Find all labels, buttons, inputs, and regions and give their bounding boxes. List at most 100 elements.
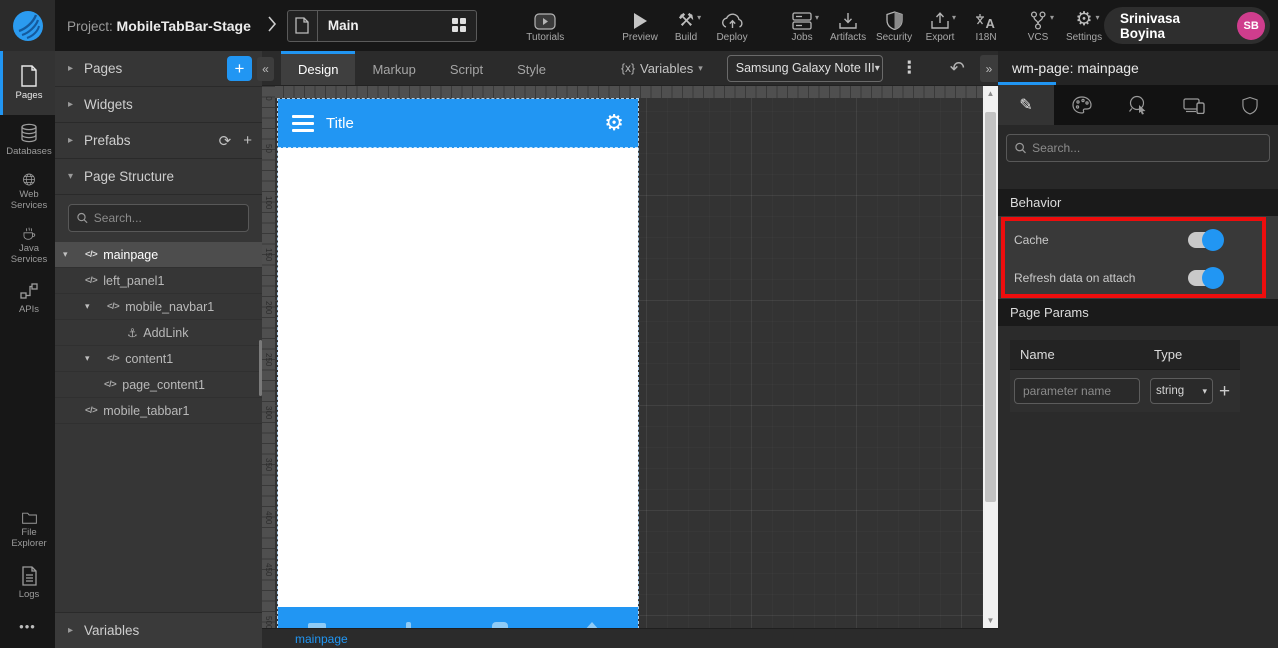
rail-item-databases[interactable]: Databases (0, 115, 55, 165)
tree-node-mainpage[interactable]: ▾ </> mainpage (55, 242, 262, 268)
scroll-up-icon[interactable]: ▲ (983, 86, 998, 101)
project-breadcrumb: Project: MobileTabBar-Stage (67, 18, 251, 34)
widget-code-icon: </> (107, 353, 120, 364)
rail-item-file-explorer[interactable]: File Explorer (0, 503, 55, 557)
parameter-name-input[interactable] (1014, 378, 1140, 404)
tabbar-folder-icon (492, 622, 508, 628)
page-structure-tree: ▾ </> mainpage </> left_panel1 ▾ </> mob… (55, 242, 262, 424)
hamburger-menu-icon[interactable] (292, 114, 314, 132)
mobile-navbar-widget[interactable]: Title ⚙ (278, 99, 638, 148)
user-name: Srinivasa Boyina (1120, 10, 1181, 41)
settings-icon: ⚙ ▾ (1075, 9, 1100, 30)
behavior-section-header[interactable]: Behavior (998, 189, 1278, 216)
page-params-section-header[interactable]: Page Params (998, 299, 1278, 326)
section-prefabs[interactable]: ▸ Prefabs ⟳ + (55, 123, 262, 159)
tree-node-addlink[interactable]: ⚓ AddLink (55, 320, 262, 346)
variables-menu[interactable]: {x} Variables ▾ (621, 61, 703, 76)
deploy-button[interactable]: Deploy (712, 0, 752, 51)
rail-item-java-services[interactable]: Java Services (0, 219, 55, 273)
tree-node-left-panel1[interactable]: </> left_panel1 (55, 268, 262, 294)
page-content-widget[interactable] (278, 148, 638, 607)
rail-item-pages[interactable]: Pages (0, 51, 55, 115)
tab-properties[interactable]: ✎ (998, 85, 1054, 125)
top-bar: Project: MobileTabBar-Stage Main Tutoria… (0, 0, 1278, 51)
java-services-icon (23, 227, 35, 240)
more-options-kebab-icon[interactable]: ⋮ (901, 58, 918, 78)
tree-node-content1[interactable]: ▾ </> content1 (55, 346, 262, 372)
rail-item-logs[interactable]: Logs (0, 557, 55, 609)
security-button[interactable]: Security (874, 0, 914, 51)
structure-search-input[interactable] (93, 211, 240, 225)
project-name: MobileTabBar-Stage (116, 17, 251, 34)
refresh-icon[interactable]: ⟳ (219, 132, 232, 150)
chevron-down-icon[interactable]: ▾ (63, 249, 85, 260)
chevron-down-icon[interactable]: ▾ (85, 301, 107, 312)
section-pages[interactable]: ▸ Pages + (55, 51, 262, 87)
wavemaker-studio: Project: MobileTabBar-Stage Main Tutoria… (0, 0, 1278, 648)
rail-more-button[interactable]: ••• (0, 609, 55, 648)
i18n-button[interactable]: A I18N (966, 0, 1006, 51)
collapse-panel-button[interactable]: « (257, 57, 274, 81)
device-preview[interactable]: Title ⚙ (277, 98, 639, 628)
device-select[interactable]: Samsung Galaxy Note III ▾ (726, 54, 883, 82)
settings-button[interactable]: ⚙ ▾ Settings (1064, 0, 1104, 51)
tree-node-page-content1[interactable]: </> page_content1 (55, 372, 262, 398)
page-selector-value: Main (327, 18, 359, 33)
wavemaker-logo[interactable] (0, 0, 55, 51)
tab-design[interactable]: Design (281, 51, 356, 85)
vcs-button[interactable]: ▾ VCS (1018, 0, 1058, 51)
design-canvas[interactable]: 0 50 100 150 200 250 300 350 400 450 500… (262, 86, 998, 628)
undo-icon[interactable]: ↶ (950, 59, 965, 77)
section-variables[interactable]: ▸ Variables (55, 612, 262, 648)
navbar-gear-icon[interactable]: ⚙ (604, 112, 624, 134)
section-widgets[interactable]: ▸ Widgets (55, 87, 262, 123)
export-icon: ▾ (931, 8, 956, 30)
explorer-scrollbar[interactable] (259, 340, 262, 396)
rail-item-apis[interactable]: APIs (0, 273, 55, 323)
tabbar-pin-icon (406, 622, 411, 628)
tab-styles[interactable] (1054, 85, 1110, 125)
tab-markup[interactable]: Markup (355, 51, 432, 85)
chevron-down-icon[interactable]: ▾ (85, 353, 107, 364)
tab-script[interactable]: Script (433, 51, 500, 85)
scrollbar-thumb[interactable] (985, 112, 996, 502)
build-button[interactable]: ⚒ ▾ Build (666, 0, 706, 51)
artifacts-button[interactable]: Artifacts (828, 0, 868, 51)
export-button[interactable]: ▾ Export (920, 0, 960, 51)
rail-item-web-services[interactable]: Web Services (0, 165, 55, 219)
jobs-button[interactable]: ▾ Jobs (782, 0, 822, 51)
user-menu[interactable]: Srinivasa Boyina SB (1104, 7, 1270, 44)
avatar: SB (1237, 11, 1265, 40)
section-page-structure[interactable]: ▾ Page Structure (55, 159, 262, 195)
add-parameter-button[interactable]: + (1219, 382, 1230, 401)
tab-security[interactable] (1222, 85, 1278, 125)
page-selector[interactable]: Main (286, 9, 477, 42)
parameter-type-select[interactable]: string ▾ (1150, 378, 1213, 404)
cursor-search-icon (1129, 95, 1146, 115)
pencil-icon: ✎ (1019, 97, 1033, 114)
artifacts-icon (839, 8, 857, 30)
canvas-scrollbar[interactable]: ▲ ▼ (983, 86, 998, 628)
status-bar: mainpage (262, 628, 998, 648)
preview-button[interactable]: Preview (620, 0, 660, 51)
property-search-input[interactable] (1032, 141, 1261, 155)
tree-node-mobile-navbar1[interactable]: ▾ </> mobile_navbar1 (55, 294, 262, 320)
tab-events[interactable] (1110, 85, 1166, 125)
scroll-down-icon[interactable]: ▼ (983, 613, 998, 628)
tree-node-mobile-tabbar1[interactable]: </> mobile_tabbar1 (55, 398, 262, 424)
braces-icon: {x} (620, 61, 635, 75)
expand-panel-button[interactable]: » (980, 55, 998, 82)
add-prefab-button[interactable]: + (243, 132, 252, 149)
property-search[interactable] (1006, 134, 1270, 162)
open-page-tab[interactable]: mainpage (295, 632, 348, 646)
tab-devices[interactable] (1166, 85, 1222, 125)
ruler-horizontal (262, 86, 983, 98)
rail-spacer (0, 323, 55, 503)
mobile-tabbar-widget[interactable] (278, 607, 638, 628)
page-file-icon (288, 10, 318, 41)
tab-style[interactable]: Style (500, 51, 563, 85)
structure-search[interactable] (68, 204, 249, 232)
search-icon (77, 212, 88, 224)
add-page-button[interactable]: + (227, 56, 252, 81)
tutorials-button[interactable]: Tutorials (525, 0, 567, 51)
